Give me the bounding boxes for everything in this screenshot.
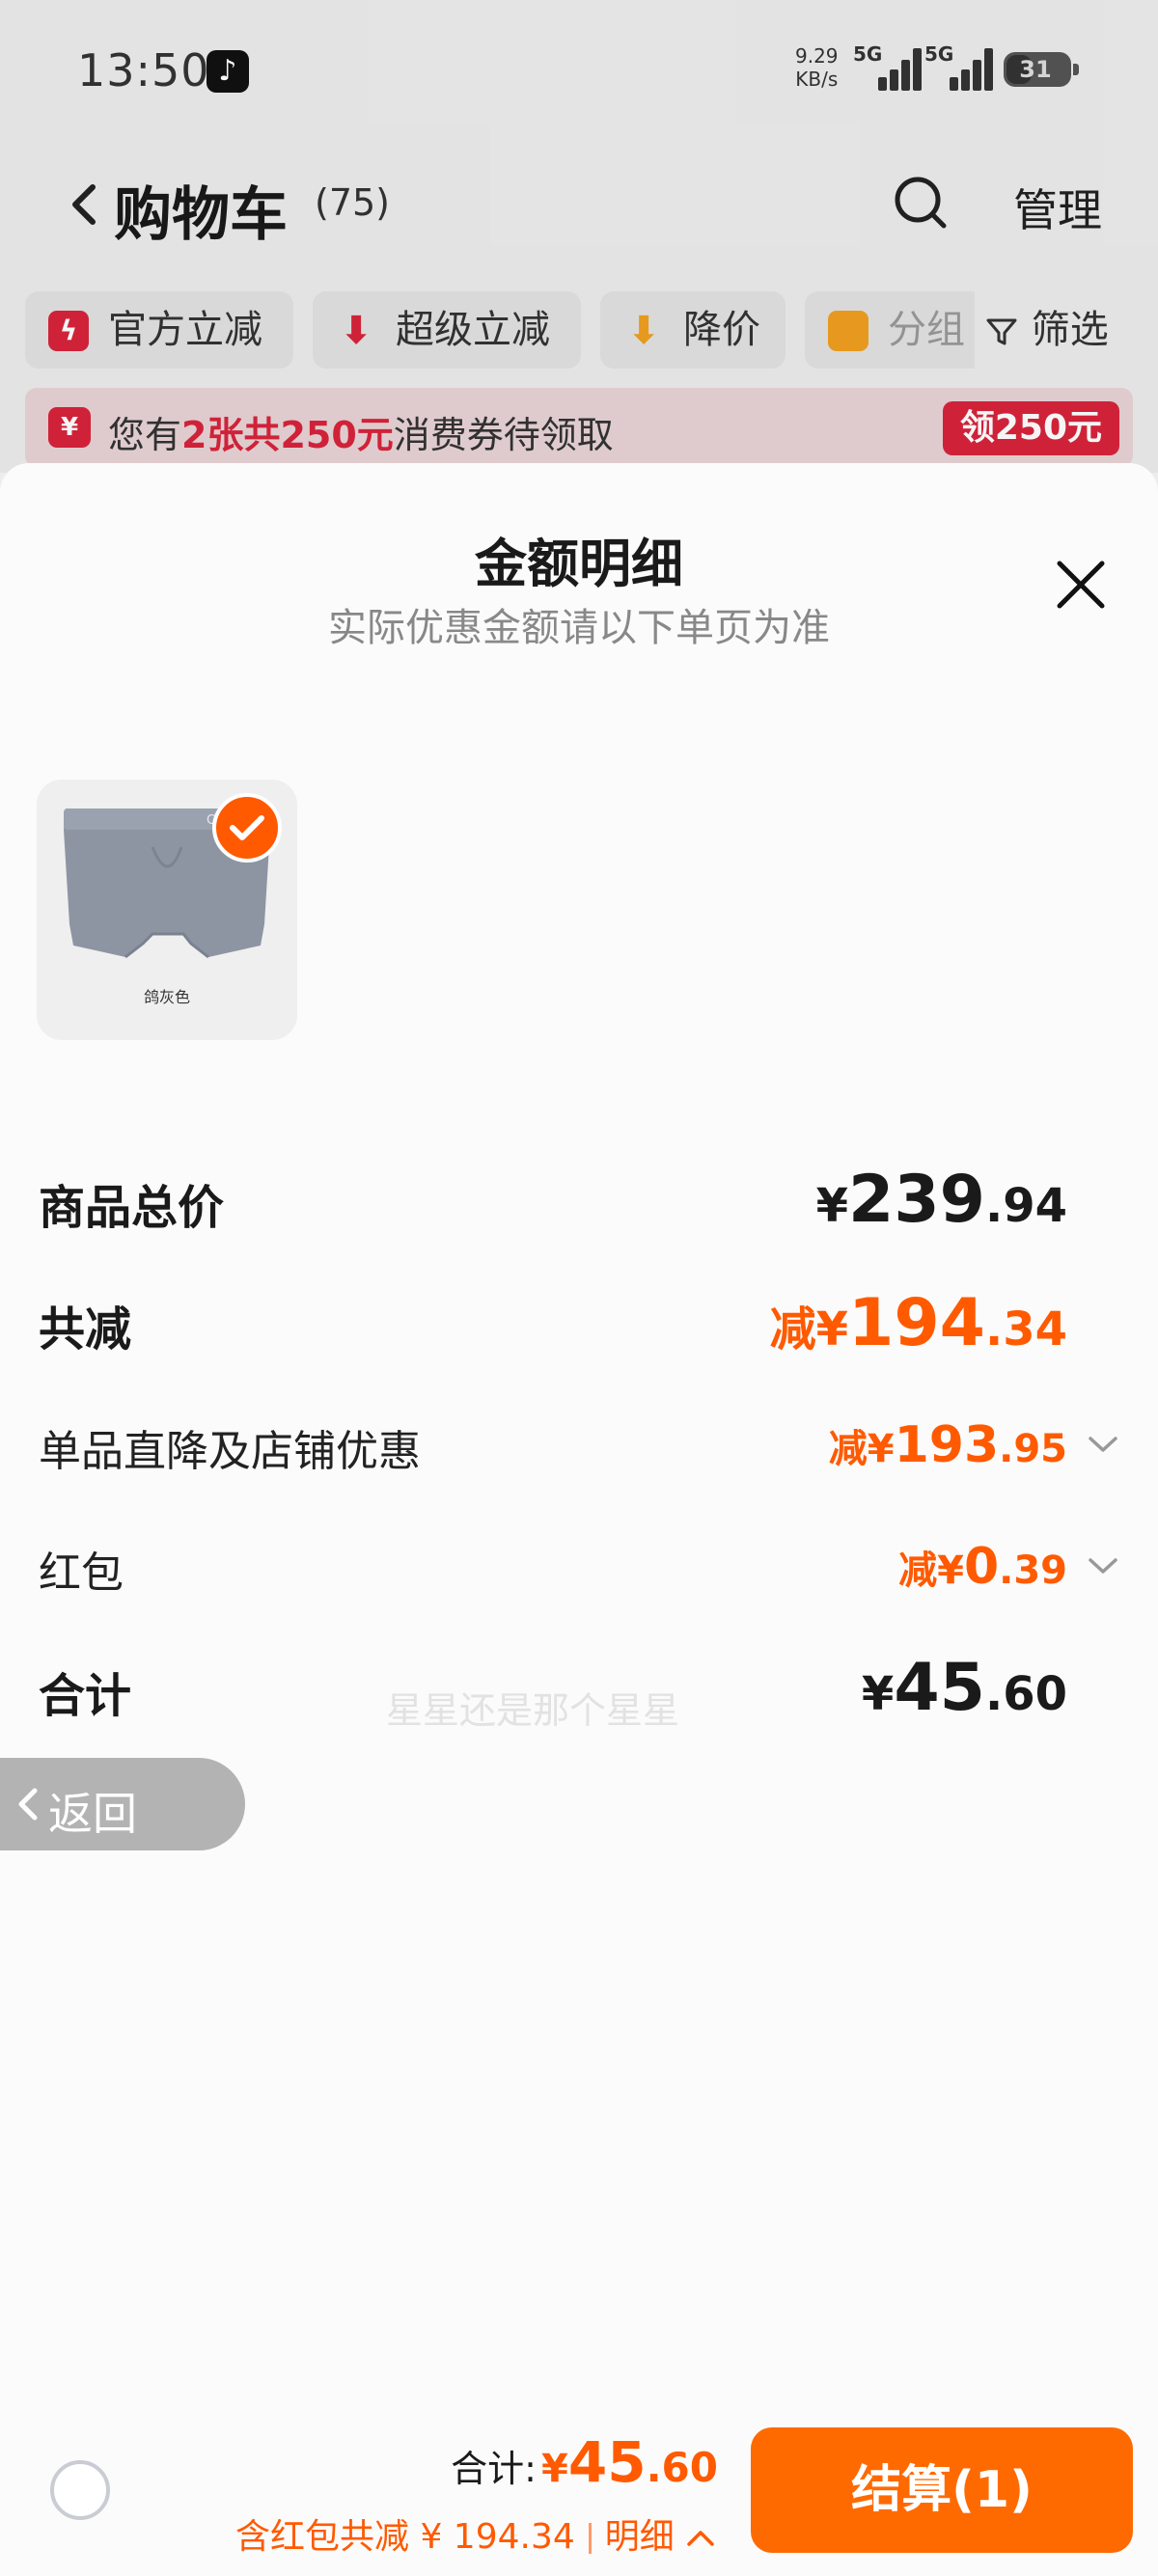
red-packet-label: 红包	[39, 1548, 124, 1598]
subtotal-label: 商品总价	[39, 1181, 225, 1235]
claim-coupon-button[interactable]: 领250元	[942, 401, 1119, 455]
battery-icon: 31	[1004, 52, 1079, 87]
bottom-total: 合计: ¥45.60	[451, 2429, 718, 2495]
chevron-left-icon	[18, 1788, 38, 1821]
arrow-down-icon: ⬇	[340, 309, 372, 353]
filter-chip-official-discount[interactable]: ϟ 官方立减	[25, 291, 293, 369]
total-discount-row: 共减 减¥194.34	[39, 1285, 1119, 1362]
back-arrow-icon[interactable]	[62, 176, 108, 233]
detail-toggle[interactable]: 明细	[605, 2517, 675, 2557]
chevron-down-icon[interactable]	[1087, 1434, 1119, 1455]
chevron-down-icon[interactable]	[1087, 1555, 1119, 1576]
product-color-label: 鸽灰色	[143, 988, 190, 1006]
sheet-subtitle: 实际优惠金额请以下单页为准	[328, 606, 830, 650]
cart-header: 购物车 (75) 管理	[0, 154, 1158, 251]
selected-check-icon[interactable]	[212, 793, 282, 863]
signal-icon: 5G	[853, 42, 923, 91]
back-button[interactable]: 返回	[0, 1758, 245, 1850]
coupon-banner[interactable]: ¥ 您有2张共250元消费券待领取 领250元	[25, 388, 1133, 467]
select-all-checkbox[interactable]	[50, 2460, 110, 2520]
total-value: ¥45.60	[861, 1650, 1067, 1726]
sheet-title: 金额明细	[475, 534, 683, 594]
amount-detail-sheet: 金额明细 实际优惠金额请以下单页为准 Canbi 鸽灰色 星星还是那个星星 商品…	[0, 463, 1158, 2576]
chevron-up-icon	[687, 2531, 714, 2546]
status-bar: 13:50 ♪ 9.29 KB/s 5G 5G 31	[0, 0, 1158, 145]
filter-chip-price-drop[interactable]: ⬇ 降价	[600, 291, 786, 369]
red-packet-value: 减¥0.39	[898, 1538, 1067, 1596]
filter-chip-super-discount[interactable]: ⬇ 超级立减	[313, 291, 581, 369]
total-row: 合计 ¥45.60	[39, 1650, 1119, 1727]
signal-icon: 5G	[924, 42, 994, 91]
cart-count: (75)	[315, 181, 391, 224]
filter-chip-group[interactable]: 分组	[805, 291, 998, 369]
coupon-icon: ¥	[48, 407, 91, 448]
checkout-button[interactable]: 结算(1)	[751, 2427, 1133, 2553]
page-title: 购物车	[114, 181, 288, 249]
folder-icon	[828, 311, 868, 351]
network-speed: 9.29 KB/s	[795, 44, 839, 91]
bottom-total-amount: ¥45.60	[541, 2429, 718, 2495]
store-discount-label: 单品直降及店铺优惠	[39, 1427, 421, 1476]
total-discount-label: 共减	[39, 1302, 132, 1357]
subtotal-row: 商品总价 ¥239.94	[39, 1162, 1119, 1239]
status-time: 13:50	[77, 44, 210, 96]
store-discount-value: 减¥193.95	[828, 1416, 1067, 1474]
tiktok-icon: ♪	[207, 50, 249, 93]
close-icon[interactable]	[1052, 556, 1110, 614]
manage-button[interactable]: 管理	[1013, 176, 1102, 239]
filter-button[interactable]: 筛选	[975, 291, 1109, 369]
store-discount-row[interactable]: 单品直降及店铺优惠 减¥193.95	[39, 1416, 1119, 1484]
total-discount-value: 减¥194.34	[769, 1285, 1067, 1361]
price-drop-icon: ⬇	[627, 309, 660, 353]
discount-summary[interactable]: 含红包共减 ¥ 194.34 明细	[235, 2508, 716, 2559]
lightning-icon: ϟ	[48, 311, 89, 351]
funnel-icon	[986, 318, 1017, 345]
coupon-text: 您有2张共250元消费券待领取	[108, 414, 614, 456]
search-icon[interactable]	[892, 174, 950, 232]
total-label: 合计	[39, 1669, 132, 1723]
subtotal-value: ¥239.94	[815, 1162, 1067, 1238]
red-packet-row[interactable]: 红包 减¥0.39	[39, 1538, 1119, 1605]
